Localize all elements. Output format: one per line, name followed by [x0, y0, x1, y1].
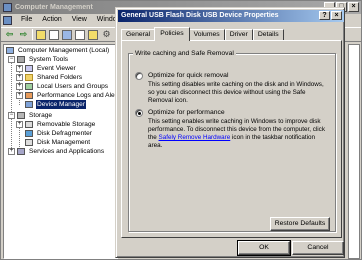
tools-icon [17, 56, 25, 63]
toolbar-separator [32, 29, 33, 40]
close-button[interactable]: × [348, 2, 359, 12]
expand-icon[interactable]: + [16, 65, 23, 72]
quick-removal-description: This setting disables write caching on t… [148, 81, 324, 104]
computer-management-icon [3, 3, 12, 12]
tree-item-shared-folders[interactable]: + Shared Folders [16, 73, 83, 82]
up-folder-icon[interactable] [36, 29, 46, 40]
performance-radio[interactable] [135, 108, 143, 117]
device-properties-dialog: General USB Flash Disk USB Device Proper… [115, 7, 345, 258]
collapse-icon[interactable]: − [8, 56, 15, 63]
folder-icon [25, 74, 33, 81]
menu-file[interactable]: File [16, 14, 37, 26]
monitor-icon [6, 47, 14, 54]
performance-label: Optimize for performance [148, 109, 225, 116]
tree-line [11, 57, 12, 152]
performance-icon [25, 92, 33, 99]
scan-hardware-icon[interactable]: ⚙ [101, 29, 112, 40]
performance-description: This setting enables write caching in Wi… [148, 118, 328, 150]
tab-strip: General Policies Volumes Driver Details [121, 27, 284, 41]
details-pane-edge [348, 44, 360, 259]
tree-item-storage[interactable]: − Storage [8, 111, 53, 120]
tab-volumes[interactable]: Volumes [188, 29, 225, 40]
expand-icon[interactable]: + [16, 74, 23, 81]
tab-details[interactable]: Details [252, 29, 284, 40]
export-list-icon[interactable] [75, 29, 85, 40]
help-button[interactable]: ? [319, 11, 330, 20]
disk-icon [25, 139, 33, 146]
tree-item-system-tools[interactable]: − System Tools [8, 55, 69, 64]
quick-removal-label: Optimize for quick removal [148, 72, 229, 79]
write-caching-group: Write caching and Safe Removal Optimize … [128, 49, 336, 232]
tree-item-computer-management[interactable]: Computer Management (Local) [6, 46, 110, 55]
defrag-icon [25, 130, 33, 137]
tree-item-disk-management[interactable]: Disk Management [25, 138, 91, 147]
dialog-title: General USB Flash Disk USB Device Proper… [121, 12, 279, 19]
group-label: Write caching and Safe Removal [133, 49, 236, 58]
menu-view[interactable]: View [67, 14, 92, 26]
cm-window-title: Computer Management [15, 4, 93, 11]
services-icon [17, 148, 25, 155]
dialog-title-controls: ? × [319, 11, 342, 20]
forward-arrow-icon[interactable]: ⇨ [18, 29, 29, 40]
tab-driver[interactable]: Driver [224, 29, 253, 40]
collapse-icon[interactable]: − [8, 112, 15, 119]
expand-icon[interactable]: + [8, 148, 15, 155]
users-icon [25, 83, 33, 90]
tab-general[interactable]: General [121, 29, 156, 40]
tree-item-services-applications[interactable]: + Services and Applications [8, 147, 105, 156]
dialog-close-button[interactable]: × [331, 11, 342, 20]
expand-icon[interactable]: + [16, 83, 23, 90]
tree-item-disk-defragmenter[interactable]: Disk Defragmenter [25, 129, 93, 138]
quick-removal-option[interactable]: Optimize for quick removal [135, 71, 228, 80]
removable-storage-icon [25, 121, 33, 128]
tree-item-removable-storage[interactable]: + Removable Storage [16, 120, 96, 129]
tree-item-device-manager[interactable]: Device Manager [25, 100, 87, 109]
system-menu-icon[interactable] [3, 15, 12, 25]
properties-icon[interactable] [62, 29, 72, 40]
safely-remove-hardware-link[interactable]: Safely Remove Hardware [159, 134, 231, 141]
device-manager-icon [25, 101, 33, 108]
policies-panel: Write caching and Safe Removal Optimize … [121, 40, 342, 238]
tree-item-performance-logs[interactable]: + Performance Logs and Alerts [16, 91, 123, 100]
expand-icon[interactable]: + [16, 92, 23, 99]
back-arrow-icon[interactable]: ⇦ [4, 29, 15, 40]
event-viewer-icon [25, 65, 33, 72]
help-icon[interactable] [88, 29, 98, 40]
tree-item-local-users[interactable]: + Local Users and Groups [16, 82, 109, 91]
cancel-button[interactable]: Cancel [292, 241, 344, 255]
ok-button[interactable]: OK [237, 240, 291, 256]
restore-defaults-button[interactable]: Restore Defaults [270, 217, 330, 231]
dialog-title-bar[interactable]: General USB Flash Disk USB Device Proper… [118, 10, 344, 22]
console-tree[interactable]: Computer Management (Local) − System Too… [3, 44, 122, 259]
tree-item-event-viewer[interactable]: + Event Viewer [16, 64, 77, 73]
performance-option[interactable]: Optimize for performance [135, 108, 225, 117]
expand-icon[interactable]: + [16, 121, 23, 128]
menu-action[interactable]: Action [37, 14, 66, 26]
show-tree-icon[interactable] [49, 29, 59, 40]
tab-policies[interactable]: Policies [154, 27, 190, 41]
quick-removal-radio[interactable] [135, 71, 143, 80]
storage-icon [17, 112, 25, 119]
